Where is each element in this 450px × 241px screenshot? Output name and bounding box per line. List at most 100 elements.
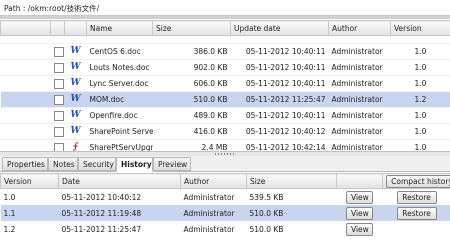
hist-header-author[interactable]: Author [180,173,247,189]
file-date: 05-11-2012 10:40:12 [230,123,329,140]
col-header-name[interactable]: Name [86,20,153,36]
file-author: Administrator [328,43,391,60]
history-header: Version Date Author Size Compact history [0,173,450,189]
table-row[interactable]: W SharePoint Serve 416.0 KB 05-11-2012 10:4… [0,123,450,140]
restore-button[interactable]: Restore [396,190,437,204]
col-blank-2 [50,20,65,36]
file-table: Name Size Update date Author Version W Ce… [0,20,450,172]
history-row[interactable]: 1.2 05-11-2012 11:25:47 Administrator 510.0… [1,221,450,237]
hist-author: Administrator [183,224,235,234]
file-version: 1.2 [390,91,450,108]
tab-properties[interactable]: Properties [2,157,48,171]
history-row[interactable]: 1.1 05-11-2012 11:19:48 Administrator 510.0… [0,205,450,221]
row-checkbox[interactable] [53,110,64,121]
tab-bar: Properties Notes Security History Previe… [0,156,450,172]
table-row[interactable]: W Louts Notes.doc 902.0 KB 05-11-2012 10:40… [0,59,450,76]
history-row[interactable]: 1.0 05-11-2012 10:40:12 Administrator 539.5… [1,189,450,206]
hist-header-size[interactable]: Size [246,173,337,189]
hist-author: Administrator [183,192,235,202]
col-header-date[interactable]: Update date [230,20,329,36]
file-author: Administrator [328,59,391,76]
file-author: Administrator [328,107,391,124]
divider [0,16,450,19]
hist-restore-cell: Restore [382,205,450,221]
hist-header-blank [336,173,383,189]
hist-size: 539.5 KB [249,192,284,202]
view-button[interactable]: View [346,190,373,204]
file-version: 1.0 [390,59,450,76]
row-spacer [0,43,51,60]
word-icon: W [70,46,81,56]
hist-header-date[interactable]: Date [58,173,181,189]
file-size: 386.0 KB [152,43,231,60]
file-author: Administrator [328,75,391,92]
row-checkbox-cell [50,43,65,60]
hist-version: 1.0 [3,192,16,202]
hist-date: 05-11-2012 10:40:12 [61,192,142,202]
table-row[interactable]: W Lync Server.doc 606.0 KB 05-11-2012 10:40… [0,75,450,92]
file-name[interactable]: SharePoint Serve [86,123,153,140]
hist-date: 05-11-2012 11:25:47 [61,224,142,234]
row-checkbox-cell [50,123,65,140]
hist-view-cell: View [337,189,383,206]
file-date: 05-11-2012 11:25:47 [230,91,329,108]
table-row[interactable]: W MOM.doc 510.0 KB 05-11-2012 11:25:47 Admin… [0,91,450,108]
hist-size: 510.0 KB [249,224,284,234]
file-name[interactable]: Louts Notes.doc [86,59,153,76]
hist-header-actions: Compact history [382,173,450,189]
file-version: 1.0 [390,107,450,124]
path-label: Path : /okm:root/技術文件/ [4,4,100,13]
row-checkbox[interactable] [53,94,64,105]
tab-preview[interactable]: Preview [153,157,191,171]
restore-button[interactable]: Restore [396,206,437,220]
history-table: Version Date Author Size Compact history… [0,173,450,237]
file-name[interactable]: Openfire.doc [86,107,153,124]
word-icon: W [70,126,81,136]
row-checkbox-cell [50,59,65,76]
hist-view-cell: View [337,221,383,237]
tab-notes[interactable]: Notes [48,157,78,171]
word-icon: W [70,78,81,88]
tab-history[interactable]: History [116,157,153,172]
row-checkbox-cell [50,75,65,92]
hist-date: 05-11-2012 11:19:48 [58,205,181,221]
table-row[interactable]: W Openfire.doc 489.0 KB 05-11-2012 10:40:11… [0,107,450,124]
row-checkbox[interactable] [53,126,64,137]
hist-header-version[interactable]: Version [0,173,59,189]
file-date: 05-11-2012 10:40:11 [230,75,329,92]
file-version: 1.0 [390,75,450,92]
file-table-header: Name Size Update date Author Version [0,20,450,36]
file-type-cell: W [64,107,87,124]
col-header-author[interactable]: Author [328,20,391,36]
file-type-cell: W [64,91,87,108]
file-name[interactable]: CentOS 6.doc [86,43,153,60]
view-button[interactable]: View [346,206,373,220]
compact-history-button[interactable]: Compact history [386,174,450,188]
file-author: Administrator [328,91,391,108]
file-size: 606.0 KB [152,75,231,92]
hist-restore-cell: Restore [383,189,450,206]
file-size: 902.0 KB [152,59,231,76]
splitter-grip-icon[interactable] [215,153,235,155]
hist-size: 510.0 KB [246,205,337,221]
col-blank-1 [0,20,51,36]
hist-version: 1.1 [0,205,59,221]
file-author: Administrator [328,123,391,140]
row-checkbox[interactable] [53,78,64,89]
tab-security[interactable]: Security [78,157,116,171]
row-spacer [0,59,51,76]
view-button[interactable]: View [346,222,373,236]
col-header-version[interactable]: Version [390,20,450,36]
row-checkbox[interactable] [53,62,64,73]
word-icon: W [70,62,81,72]
row-checkbox[interactable] [53,46,64,57]
file-date: 05-11-2012 10:40:11 [230,107,329,124]
hist-author: Administrator [180,205,247,221]
col-header-size[interactable]: Size [152,20,231,36]
row-checkbox-cell [50,91,65,108]
row-spacer [0,75,51,92]
file-name[interactable]: MOM.doc [86,91,153,108]
col-blank-3 [64,20,87,36]
file-name[interactable]: Lync Server.doc [86,75,153,92]
table-row[interactable]: W CentOS 6.doc 386.0 KB 05-11-2012 10:40:11… [0,43,450,60]
